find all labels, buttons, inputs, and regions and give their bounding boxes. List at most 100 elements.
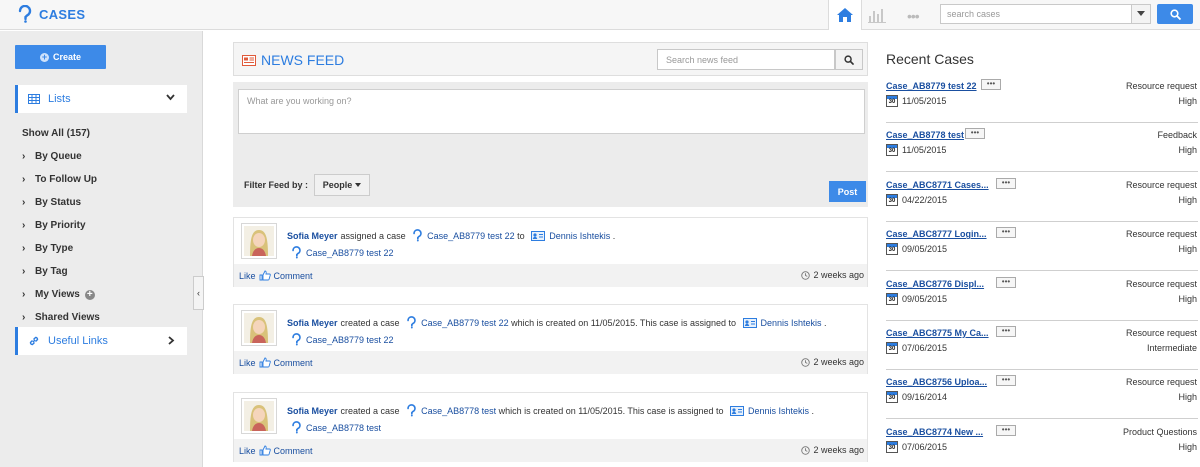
avatar[interactable] <box>241 310 277 346</box>
home-icon <box>837 8 853 22</box>
case-date-text: 09/16/2014 <box>902 392 948 403</box>
case-link[interactable]: Case_AB8778 test <box>421 406 496 416</box>
user-link[interactable]: Dennis Ishtekis <box>761 318 822 328</box>
comment-link[interactable]: Comment <box>274 271 313 281</box>
avatar[interactable] <box>241 398 277 434</box>
case-date-text: 09/05/2015 <box>902 293 948 304</box>
feed-item-text: Sofia Meyer assigned a case Case_AB8779 t… <box>287 229 618 242</box>
sidebar-item-by-priority[interactable]: › By Priority <box>22 214 100 237</box>
sidebar-item-by-queue[interactable]: › By Queue <box>22 145 100 168</box>
sidebar-item-shared-views[interactable]: › Shared Views <box>22 306 100 329</box>
like-link[interactable]: Like <box>239 271 256 281</box>
home-button[interactable] <box>828 0 862 30</box>
recent-case-link[interactable]: Case_ABC8775 My Ca... <box>886 328 989 338</box>
case-more-button[interactable]: ••• <box>996 375 1016 387</box>
calendar-icon: 30 <box>886 391 898 404</box>
calendar-day: 30 <box>888 99 896 105</box>
post-button[interactable]: Post <box>829 181 866 202</box>
app-logo[interactable]: CASES <box>17 5 85 23</box>
news-feed-search-button[interactable] <box>835 49 863 70</box>
case-more-button[interactable]: ••• <box>996 326 1016 337</box>
case-search-input[interactable]: search cases <box>940 4 1151 24</box>
like-link[interactable]: Like <box>239 446 256 456</box>
chevron-left-icon: ‹ <box>197 288 200 298</box>
sidebar-item-by-tag[interactable]: › By Tag <box>22 260 100 283</box>
avatar[interactable] <box>241 223 277 259</box>
recent-case-link[interactable]: Case_AB8779 test 22 <box>886 81 977 91</box>
sidebar-item-label: By Status <box>35 197 82 208</box>
recent-case-row: Case_AB8778 test ••• 30 11/05/2015 Feedback H… <box>886 123 1198 173</box>
case-link[interactable]: Case_AB8778 test <box>306 423 381 433</box>
feed-item-actions: Like Comment <box>239 357 313 368</box>
case-more-button[interactable]: ••• <box>996 424 1016 436</box>
collapse-sidebar-button[interactable]: ‹ <box>193 276 204 310</box>
case-date: 30 07/06/2015 <box>886 440 947 453</box>
case-icon <box>292 333 301 346</box>
case-link[interactable]: Case_AB8779 test 22 <box>427 231 515 241</box>
calendar-day: 30 <box>888 444 896 451</box>
case-date-text: 07/06/2015 <box>902 343 948 353</box>
feed-item: Sofia Meyer assigned a case Case_AB8779 t… <box>233 217 868 287</box>
post-input[interactable]: What are you working on? <box>238 89 865 134</box>
recent-case-link[interactable]: Case_ABC8776 Displ... <box>886 279 984 289</box>
news-feed-title: NEWS FEED <box>242 52 344 68</box>
lists-nav: Show All (157) › By Queue › To Follow Up ›… <box>22 122 100 329</box>
recent-case-link[interactable]: Case_ABC8756 Uploa... <box>886 377 987 387</box>
comment-link[interactable]: Comment <box>274 446 313 456</box>
feed-item-body: Sofia Meyer assigned a case Case_AB8779 t… <box>234 218 867 264</box>
feed-item-time: 2 weeks ago <box>801 270 864 280</box>
case-more-button[interactable]: ••• <box>981 79 1001 90</box>
search-scope-dropdown[interactable] <box>1131 4 1151 24</box>
sidebar-item-label: By Tag <box>35 266 68 277</box>
news-feed-search-input[interactable]: Search news feed <box>657 49 835 70</box>
sidebar: + Create Lists Show All (157) › By Queue … <box>0 31 203 467</box>
recent-case-link[interactable]: Case_ABC8771 Cases... <box>886 180 989 190</box>
search-button[interactable] <box>1157 4 1193 24</box>
actor-link[interactable]: Sofia Meyer <box>287 231 338 241</box>
actor-link[interactable]: Sofia Meyer <box>287 318 338 328</box>
case-more-button[interactable]: ••• <box>996 177 1016 189</box>
case-link[interactable]: Case_AB8779 test 22 <box>306 248 394 258</box>
newspaper-icon <box>242 54 256 66</box>
comment-link[interactable]: Comment <box>274 358 313 368</box>
user-avatar-image <box>244 313 274 343</box>
user-avatar-image <box>244 401 274 431</box>
time-text: 2 weeks ago <box>813 445 864 455</box>
case-type: Feedback <box>1157 130 1197 141</box>
create-button[interactable]: + Create <box>15 45 106 69</box>
more-apps-icon[interactable]: ••• <box>907 8 920 24</box>
contact-card-icon <box>531 230 546 241</box>
bar-chart-icon[interactable] <box>868 7 888 23</box>
lists-panel-header[interactable]: Lists <box>15 85 187 113</box>
filter-dropdown[interactable]: People <box>314 174 371 196</box>
add-view-icon[interactable]: + <box>84 289 95 300</box>
case-more-button[interactable]: ••• <box>965 128 985 140</box>
calendar-icon: 30 <box>886 144 898 157</box>
user-link[interactable]: Dennis Ishtekis <box>549 231 610 241</box>
case-priority: High <box>1178 392 1197 403</box>
like-link[interactable]: Like <box>239 358 256 368</box>
sidebar-item-to-follow-up[interactable]: › To Follow Up <box>22 168 100 191</box>
actor-link[interactable]: Sofia Meyer <box>287 406 338 416</box>
case-link[interactable]: Case_AB8779 test 22 <box>306 335 394 345</box>
case-more-button[interactable]: ••• <box>996 227 1016 239</box>
case-icon <box>407 404 416 417</box>
user-avatar-image <box>244 226 274 256</box>
recent-case-link[interactable]: Case_ABC8774 New ... <box>886 427 983 437</box>
calendar-icon: 30 <box>886 342 898 354</box>
feed-item-text: Sofia Meyer created a case Case_AB8778 te… <box>287 404 817 417</box>
sidebar-item-show-all[interactable]: Show All (157) <box>22 122 100 145</box>
case-priority: High <box>1178 244 1197 255</box>
case-more-button[interactable]: ••• <box>996 276 1016 288</box>
user-link[interactable]: Dennis Ishtekis <box>748 406 809 416</box>
useful-links-panel-header[interactable]: Useful Links <box>15 327 187 355</box>
lists-label: Lists <box>48 93 71 105</box>
sidebar-item-my-views[interactable]: › My Views + <box>22 283 100 306</box>
sidebar-item-by-status[interactable]: › By Status <box>22 191 100 214</box>
recent-case-link[interactable]: Case_AB8778 test <box>886 130 964 140</box>
case-link[interactable]: Case_AB8779 test 22 <box>421 318 509 328</box>
recent-case-link[interactable]: Case_ABC8777 Login... <box>886 229 987 239</box>
clock-icon <box>801 357 811 367</box>
feed-item-text: Sofia Meyer created a case Case_AB8779 te… <box>287 316 829 329</box>
sidebar-item-by-type[interactable]: › By Type <box>22 237 100 260</box>
